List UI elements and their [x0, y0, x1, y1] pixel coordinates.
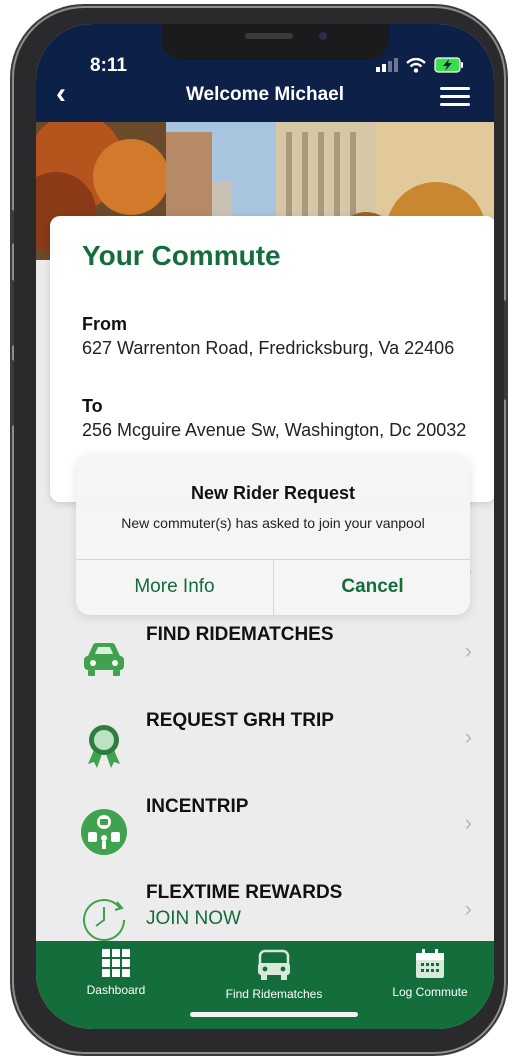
chevron-right-icon: › — [464, 638, 472, 663]
tab-dashboard[interactable]: Dashboard — [56, 949, 176, 997]
tab-label: Find Ridematches — [225, 987, 323, 1001]
chevron-right-icon: › — [464, 810, 472, 835]
status-time: 8:11 — [90, 55, 127, 76]
menu-item-label: FIND RIDEMATCHES — [146, 624, 334, 645]
volume-up-button — [10, 280, 14, 346]
join-now-link[interactable]: JOIN NOW — [146, 908, 241, 930]
menu-item-request-grh-trip[interactable]: REQUEST GRH TRIP › — [36, 710, 494, 796]
menu-item-label: INCENTRIP — [146, 796, 249, 817]
tab-log-commute[interactable]: Log Commute — [370, 949, 490, 999]
bottom-tab-bar: Dashboard Find Ridematches Log Commute — [36, 941, 494, 1029]
car-icon — [258, 949, 290, 980]
more-info-button[interactable]: More Info — [76, 559, 273, 615]
alert-title: New Rider Request — [190, 483, 356, 503]
to-address: 256 Mcguire Avenue Sw, Washington, Dc 20… — [82, 420, 467, 440]
alert-message: New commuter(s) has asked to join your v… — [121, 515, 425, 531]
menu-item-incentrip[interactable]: INCENTRIP › — [36, 796, 494, 882]
mute-switch — [10, 210, 14, 244]
transit-modes-icon — [81, 809, 127, 855]
tab-label: Dashboard — [86, 983, 146, 997]
tab-label: Log Commute — [392, 985, 468, 999]
home-indicator[interactable] — [190, 1012, 358, 1017]
signal-icon — [376, 58, 398, 72]
front-camera — [319, 32, 327, 40]
new-rider-request-alert: New Rider Request New commuter(s) has as… — [76, 455, 470, 615]
chevron-right-icon: › — [464, 724, 472, 749]
menu-item-label: REQUEST GRH TRIP — [146, 710, 334, 731]
chevron-right-icon: › — [464, 896, 472, 921]
speaker — [245, 33, 293, 39]
cancel-button[interactable]: Cancel — [274, 559, 471, 615]
wifi-icon — [406, 57, 426, 73]
award-badge-icon — [88, 725, 120, 768]
grid-icon — [102, 949, 130, 977]
power-button — [504, 300, 508, 400]
menu-item-label: FLEXTIME REWARDS — [146, 882, 343, 903]
from-label: From — [82, 314, 127, 334]
clock-icon — [83, 899, 125, 941]
notch — [161, 24, 389, 60]
commute-title: Your Commute — [82, 240, 281, 271]
volume-down-button — [10, 360, 14, 426]
status-icons — [376, 57, 464, 73]
menu-item-find-ridematches[interactable]: FIND RIDEMATCHES › — [36, 624, 494, 710]
app-header: 8:11 ‹ Welcome Michael — [36, 24, 494, 122]
app-screen: 8:11 ‹ Welcome Michael Your Commute From… — [36, 24, 494, 1029]
to-label: To — [82, 396, 103, 416]
car-icon — [84, 643, 124, 676]
calendar-icon — [416, 949, 444, 978]
header-title: Welcome Michael — [185, 84, 345, 105]
from-address: 627 Warrenton Road, Fredricksburg, Va 22… — [82, 338, 455, 358]
tab-find-ridematches[interactable]: Find Ridematches — [214, 949, 334, 1001]
hamburger-menu-button[interactable] — [440, 87, 470, 107]
battery-charging-icon — [434, 57, 463, 73]
